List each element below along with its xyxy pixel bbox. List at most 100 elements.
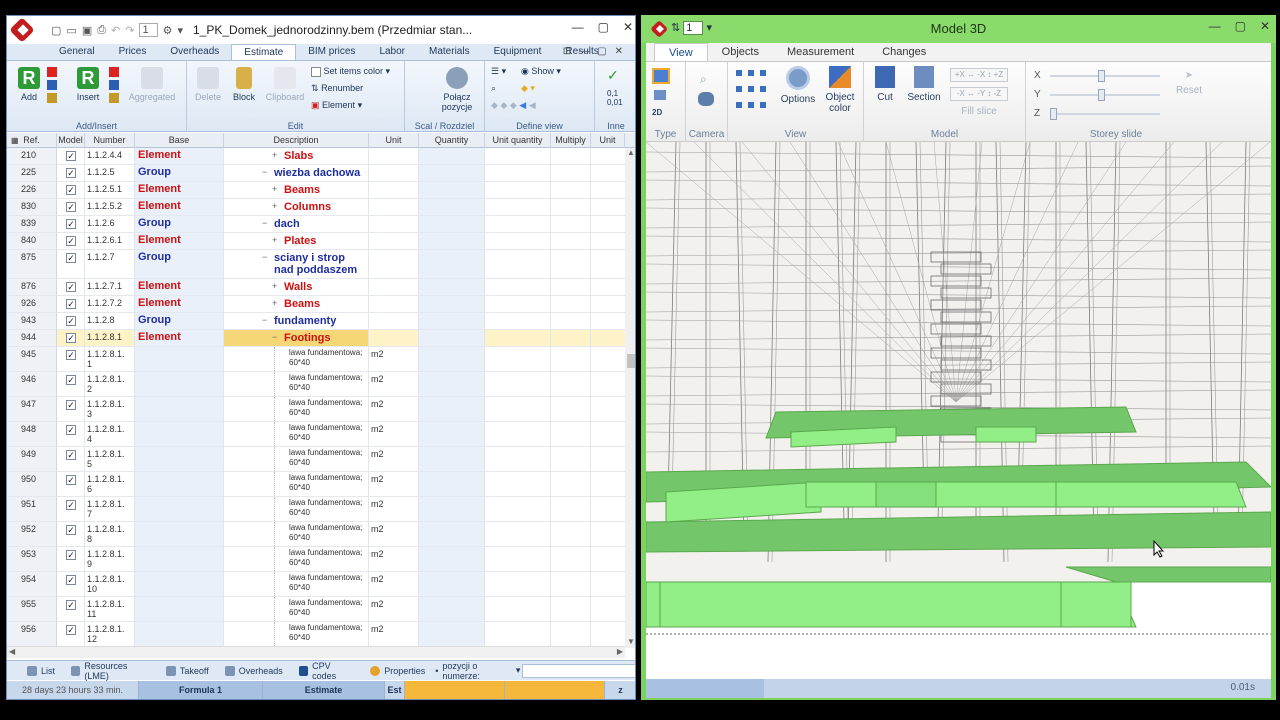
nav-arrows-icon[interactable]: ◆ ◆ ◆ ◀ ◀: [491, 100, 536, 111]
open-folder-icon[interactable]: ▭: [66, 24, 76, 37]
collapse-icon[interactable]: −: [262, 167, 267, 177]
model-checkbox[interactable]: ✓: [66, 400, 76, 410]
cell-unit-2[interactable]: [591, 216, 625, 232]
table-row[interactable]: 948 ✓ 1.1.2.8.1. 4 lawa fundamentowa; 60*40 m…: [7, 422, 625, 447]
3d-model-render[interactable]: [646, 142, 1271, 679]
options-button[interactable]: Options: [780, 66, 816, 105]
vertical-scrollbar[interactable]: ▲ ▼: [625, 148, 635, 648]
cell-multiply[interactable]: [551, 397, 591, 421]
col-model[interactable]: Model: [57, 133, 85, 148]
cell-unit-2[interactable]: [591, 397, 625, 421]
model-checkbox[interactable]: ✓: [66, 316, 76, 326]
col-quantity[interactable]: Quantity: [419, 133, 485, 148]
cell-quantity[interactable]: [419, 182, 485, 198]
cell-unit-2[interactable]: [591, 296, 625, 312]
expand-icon[interactable]: +: [272, 150, 277, 160]
print-icon[interactable]: ⎙: [97, 24, 106, 37]
cell-multiply[interactable]: [551, 347, 591, 371]
table-row[interactable]: 875 ✓ 1.1.2.7 Group − sciany i strop nad podd…: [7, 250, 625, 279]
undo-icon[interactable]: ↶: [111, 24, 120, 37]
cell-unit-quantity[interactable]: [485, 397, 551, 421]
cell-quantity[interactable]: [419, 233, 485, 249]
model-checkbox[interactable]: ✓: [66, 333, 76, 343]
cell-quantity[interactable]: [419, 422, 485, 446]
collapse-icon[interactable]: −: [272, 332, 277, 342]
table-row[interactable]: 926 ✓ 1.1.2.7.2 Element + Beams: [7, 296, 625, 313]
cell-quantity[interactable]: [419, 472, 485, 496]
model-checkbox[interactable]: ✓: [66, 185, 76, 195]
cell-multiply[interactable]: [551, 330, 591, 346]
table-row[interactable]: 949 ✓ 1.1.2.8.1. 5 lawa fundamentowa; 60*40 m…: [7, 447, 625, 472]
model-checkbox[interactable]: ✓: [66, 500, 76, 510]
cell-multiply[interactable]: [551, 372, 591, 396]
insert-button[interactable]: R Insert: [71, 67, 105, 102]
cell-unit-2[interactable]: [591, 182, 625, 198]
cell-multiply[interactable]: [551, 199, 591, 215]
cell-unit-2[interactable]: [591, 422, 625, 446]
cell-unit-2[interactable]: [591, 372, 625, 396]
table-row[interactable]: 956 ✓ 1.1.2.8.1. 12 lawa fundamentowa; 60*40…: [7, 622, 625, 646]
cell-multiply[interactable]: [551, 522, 591, 546]
col-description[interactable]: Description: [224, 133, 369, 148]
cut-button[interactable]: Cut: [870, 66, 900, 103]
table-row[interactable]: 945 ✓ 1.1.2.8.1. 1 lawa fundamentowa; 60*40 m…: [7, 347, 625, 372]
table-row[interactable]: 943 ✓ 1.1.2.8 Group − fundamenty: [7, 313, 625, 330]
cell-unit-2[interactable]: [591, 313, 625, 329]
cell-unit-quantity[interactable]: [485, 372, 551, 396]
model-minimize-icon[interactable]: —: [1209, 19, 1221, 33]
tab-overheads-bottom[interactable]: Overheads: [217, 665, 291, 676]
tab-changes[interactable]: Changes: [868, 43, 940, 61]
cell-unit-quantity[interactable]: [485, 622, 551, 646]
cell-unit-quantity[interactable]: [485, 572, 551, 596]
cell-unit-quantity[interactable]: [485, 347, 551, 371]
cell-unit-2[interactable]: [591, 522, 625, 546]
tab-general[interactable]: General: [47, 44, 107, 60]
tab-prices[interactable]: Prices: [107, 44, 159, 60]
cell-multiply[interactable]: [551, 296, 591, 312]
table-row[interactable]: 950 ✓ 1.1.2.8.1. 6 lawa fundamentowa; 60*40 m…: [7, 472, 625, 497]
cell-unit-2[interactable]: [591, 572, 625, 596]
status-estimate[interactable]: Estimate: [263, 681, 385, 699]
cell-unit-2[interactable]: [591, 347, 625, 371]
cell-unit-quantity[interactable]: [485, 447, 551, 471]
decimal-precision-button[interactable]: 0,1 0,01: [607, 89, 623, 107]
cell-unit-quantity[interactable]: [485, 165, 551, 181]
renumber-button[interactable]: ⇅ Renumber: [311, 83, 363, 94]
table-row[interactable]: 839 ✓ 1.1.2.6 Group − dach: [7, 216, 625, 233]
cell-multiply[interactable]: [551, 547, 591, 571]
cell-multiply[interactable]: [551, 233, 591, 249]
redo-icon[interactable]: ↷: [125, 24, 134, 37]
maximize-icon[interactable]: ▢: [598, 20, 609, 34]
table-row[interactable]: 225 ✓ 1.1.2.5 Group − wiezba dachowa: [7, 165, 625, 182]
cell-unit-quantity[interactable]: [485, 497, 551, 521]
cell-quantity[interactable]: [419, 148, 485, 164]
tab-cpv-codes[interactable]: CPV codes: [291, 661, 362, 681]
cell-multiply[interactable]: [551, 165, 591, 181]
polacz-pozycje-button[interactable]: Połącz pozycje: [435, 67, 479, 112]
table-row[interactable]: 947 ✓ 1.1.2.8.1. 3 lawa fundamentowa; 60*40 m…: [7, 397, 625, 422]
tab-overheads[interactable]: Overheads: [158, 44, 231, 60]
clipboard-button[interactable]: Clipboard: [265, 67, 305, 102]
cell-unit-2[interactable]: [591, 148, 625, 164]
cell-quantity[interactable]: [419, 330, 485, 346]
cell-unit-quantity[interactable]: [485, 296, 551, 312]
section-button[interactable]: Section: [904, 66, 944, 103]
model-checkbox[interactable]: ✓: [66, 299, 76, 309]
cell-unit-quantity[interactable]: [485, 330, 551, 346]
model-checkbox[interactable]: ✓: [66, 475, 76, 485]
table-row[interactable]: 955 ✓ 1.1.2.8.1. 11 lawa fundamentowa; 60*40…: [7, 597, 625, 622]
col-unit-2[interactable]: Unit: [591, 133, 625, 148]
table-row[interactable]: 830 ✓ 1.1.2.5.2 Element + Columns: [7, 199, 625, 216]
element-type-icons[interactable]: [47, 67, 59, 107]
insert-type-icons[interactable]: [109, 67, 121, 107]
model-checkbox[interactable]: ✓: [66, 219, 76, 229]
tab-list[interactable]: List: [19, 665, 63, 676]
cell-quantity[interactable]: [419, 296, 485, 312]
cell-unit-2[interactable]: [591, 199, 625, 215]
cell-quantity[interactable]: [419, 547, 485, 571]
cell-multiply[interactable]: [551, 216, 591, 232]
tab-properties[interactable]: Properties: [362, 665, 433, 676]
table-row[interactable]: 840 ✓ 1.1.2.6.1 Element + Plates: [7, 233, 625, 250]
col-base[interactable]: Base: [135, 133, 224, 148]
tab-bim-prices[interactable]: BIM prices: [296, 44, 367, 60]
